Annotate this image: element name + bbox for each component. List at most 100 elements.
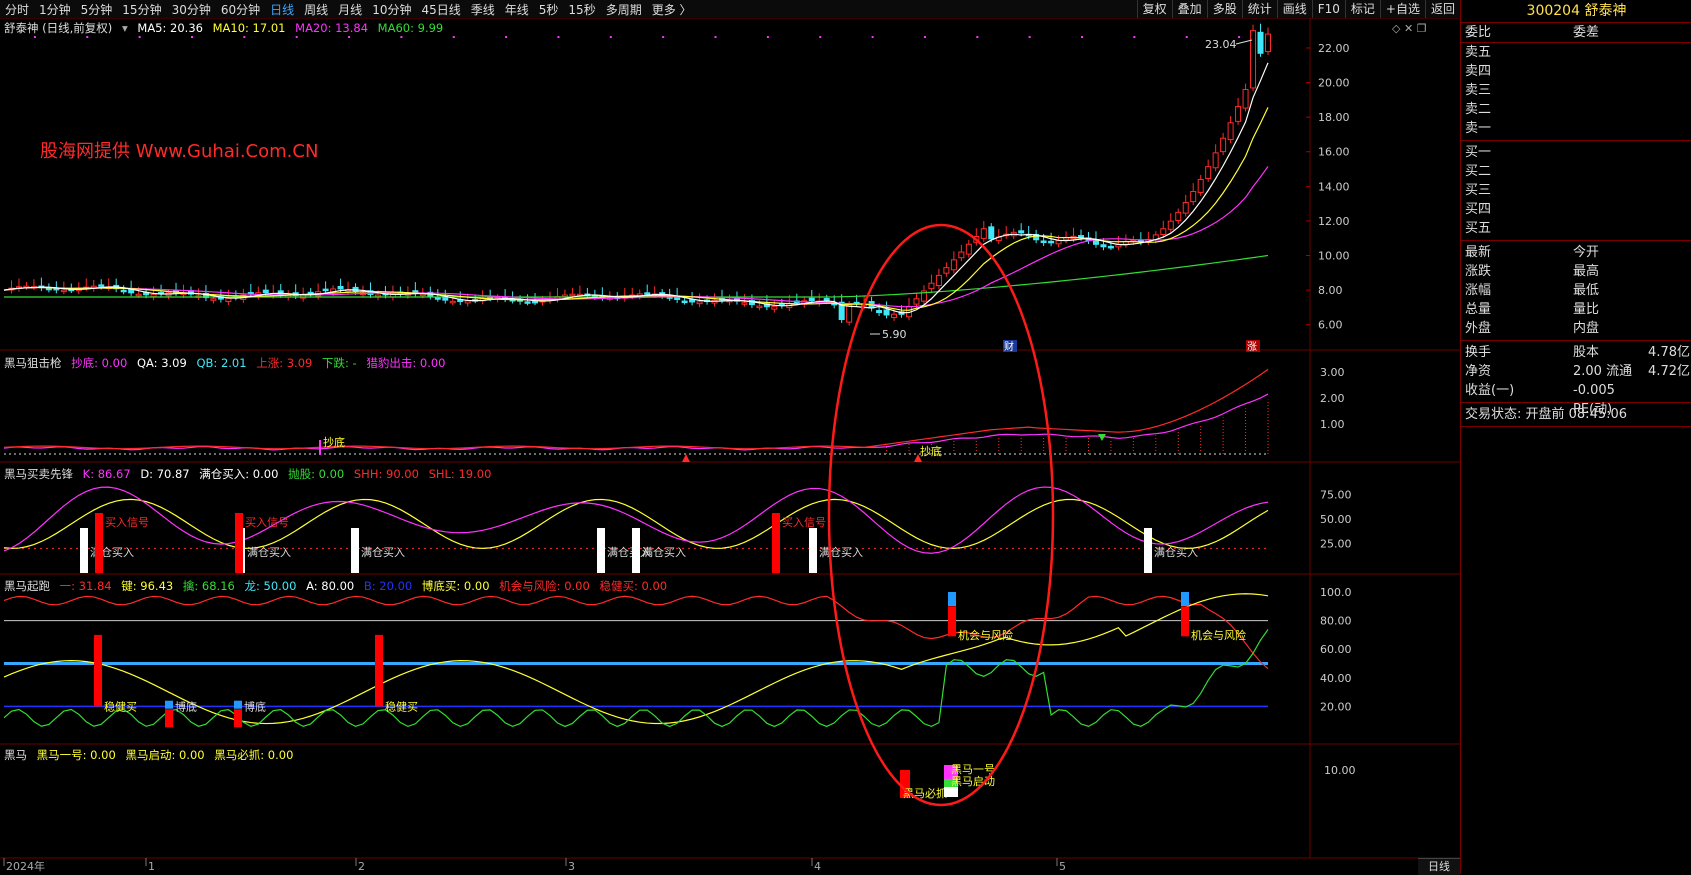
- candle-body: [1055, 240, 1062, 245]
- candle-body: [928, 282, 935, 290]
- candle-body: [1048, 240, 1055, 244]
- panel5-title: 黑马 黑马一号: 0.00 黑马启动: 0.00 黑马必抓: 0.00: [4, 747, 299, 763]
- indicator-value: D: 70.87: [140, 467, 190, 481]
- quote-row-cell: [1645, 300, 1691, 319]
- indicator-value: 擒: 68.16: [182, 579, 235, 593]
- candle-body: [1250, 30, 1257, 89]
- signal-dot: [243, 36, 246, 38]
- signal-dot: [609, 36, 612, 38]
- y-tick-label: 50.00: [1320, 513, 1352, 526]
- x-tick-label: 5: [1059, 860, 1066, 873]
- buy-level-label: 买四: [1465, 202, 1492, 217]
- candle-body: [434, 297, 441, 300]
- candle-body: [1265, 33, 1271, 53]
- buy-level-label: 买一: [1465, 145, 1492, 160]
- candle-body: [988, 226, 995, 240]
- candle-body: [808, 297, 815, 302]
- quote-row-cell: 今开: [1573, 245, 1600, 260]
- chance-risk-label: 机会与风险: [958, 628, 1013, 642]
- candle-body: [1040, 240, 1047, 243]
- fund-row-cell: 4.72亿: [1648, 364, 1690, 379]
- y-tick-label: 1.00: [1320, 418, 1345, 431]
- down-arrow-icon: [1098, 434, 1106, 441]
- signal-dot: [1028, 36, 1031, 38]
- candle-body: [771, 305, 778, 310]
- fund-row-cell: -0.005 PE(动): [1573, 383, 1615, 417]
- collapse-icon[interactable]: ▾: [122, 21, 128, 35]
- buy-level-row: 买三: [1461, 181, 1691, 200]
- steady-buy-label: 稳健买: [385, 699, 418, 713]
- sell-level-row: 卖一: [1461, 119, 1691, 138]
- sell-level-label: 卖一: [1465, 121, 1492, 136]
- watermark-text: 股海网提供 Www.Guhai.Com.CN: [40, 141, 318, 162]
- panel-window-icons[interactable]: ◇ ✕ ❐: [1392, 22, 1427, 35]
- indicator-value: 上涨: 3.09: [256, 356, 313, 370]
- candle-body: [322, 288, 329, 292]
- close-icon[interactable]: ✕: [1404, 22, 1413, 35]
- bottom-buy-label: 博底: [244, 699, 266, 713]
- quote-panel: 300204 舒泰神 委比 委差 卖五 卖四 卖三 卖二 卖一 买一 买二 买三 买四 买五 最…: [1460, 0, 1691, 874]
- candle-body: [1205, 166, 1212, 179]
- candle-body: [1107, 245, 1114, 249]
- sell-level-row: 卖三: [1461, 81, 1691, 100]
- signal-dot: [871, 36, 874, 38]
- risk-line: [3, 595, 1269, 670]
- full-buy-label: 满仓买入: [361, 545, 405, 559]
- restore-icon[interactable]: ❐: [1417, 22, 1427, 35]
- signal-dot: [923, 36, 926, 38]
- indicator-value: 猎豹出击: 0.00: [366, 356, 446, 370]
- signal-dot: [662, 36, 665, 38]
- buy-signal-bar: [95, 513, 103, 573]
- quote-row-cell: 最高: [1573, 264, 1600, 279]
- signal-dot: [138, 36, 141, 38]
- diamond-icon[interactable]: ◇: [1392, 22, 1400, 35]
- candle-body: [935, 274, 942, 286]
- full-buy-bar: [632, 528, 640, 573]
- indicator-value: 机会与风险: 0.00: [499, 579, 590, 593]
- ma5-value: MA5: 20.36: [137, 21, 203, 35]
- quote-row-cell: [1645, 319, 1691, 338]
- y-tick-label: 22.00: [1318, 42, 1350, 55]
- quote-row: 涨跌 最高: [1461, 262, 1691, 281]
- x-tick-label: 2: [358, 860, 365, 873]
- bottom-buy-label: 博底: [175, 699, 197, 713]
- signal-dot: [452, 36, 455, 38]
- fund-row: 净资 2.00 流通 4.72亿: [1461, 362, 1691, 381]
- order-diff-label: 委差: [1573, 25, 1600, 40]
- indicator-value: 满仓买入: 0.00: [199, 467, 279, 481]
- fund-row-cell: 2.00 流通: [1573, 364, 1633, 379]
- sell-level-label: 卖四: [1465, 64, 1492, 79]
- bottom-label: 抄底: [920, 444, 942, 458]
- candle-body: [980, 228, 987, 239]
- signal-dot: [766, 36, 769, 38]
- fund-row-cell: 换手: [1465, 345, 1492, 360]
- up-arrow-icon: [682, 454, 690, 462]
- y-tick-label: 60.00: [1320, 643, 1352, 656]
- quote-row: 最新 今开: [1461, 243, 1691, 262]
- chance-risk-label: 机会与风险: [1191, 628, 1246, 642]
- chance-bar: [948, 606, 956, 637]
- candle-body: [569, 293, 576, 297]
- period-tab[interactable]: 日线: [1418, 858, 1460, 875]
- panel2-title: 黑马狙击枪 抄底: 0.00 QA: 3.09 QB: 2.01 上涨: 3.0…: [4, 355, 451, 371]
- y-tick-label: 8.00: [1318, 284, 1343, 297]
- indicator-value: 下跌: -: [322, 356, 357, 370]
- quote-row: 外盘 内盘: [1461, 319, 1691, 338]
- bottom-buy-bar-top: [165, 700, 173, 709]
- quote-row-cell: 涨幅: [1465, 283, 1492, 298]
- indicator-name: 黑马起跑: [4, 579, 50, 593]
- candle-body: [950, 259, 957, 271]
- y-tick-label: 12.00: [1318, 215, 1350, 228]
- indicator-value: SHL: 19.00: [428, 467, 492, 481]
- candle-body: [1197, 179, 1204, 193]
- fund-row: 换手 股本 4.78亿: [1461, 343, 1691, 362]
- kline-chart-area[interactable]: 22.0020.0018.0016.0014.0012.0010.008.006…: [0, 0, 1460, 874]
- indicator-value: A: 80.00: [306, 579, 355, 593]
- ma20-value: MA20: 13.84: [295, 21, 369, 35]
- candle-body: [135, 293, 142, 297]
- full-buy-label: 满仓买入: [247, 545, 291, 559]
- panel4-title: 黑马起跑 一: 31.84 键: 96.43 擒: 68.16 龙: 50.00…: [4, 578, 673, 594]
- indicator-name: 黑马: [4, 748, 27, 762]
- candle-body: [958, 251, 965, 259]
- candle-body: [1220, 137, 1227, 153]
